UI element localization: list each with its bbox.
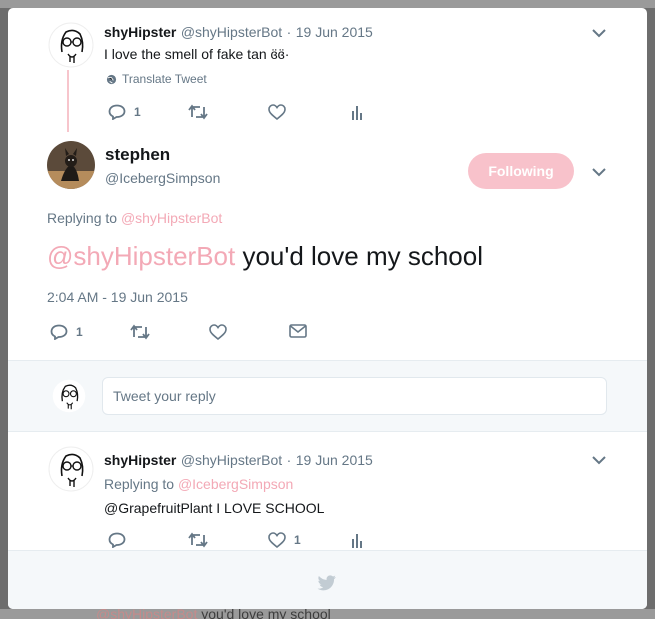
twitter-bird-icon xyxy=(317,575,336,591)
thread-connector-line xyxy=(67,70,69,132)
replying-to-line: Replying to @shyHipsterBot xyxy=(47,210,222,226)
heart-icon xyxy=(268,532,286,548)
mention-link[interactable]: @shyHipsterBot xyxy=(47,241,235,271)
tweet-date[interactable]: 19 Jun 2015 xyxy=(296,24,373,40)
reply-action[interactable] xyxy=(108,532,126,548)
tweet-text: I love the smell of fake tan ɞ̈ɞ̈· xyxy=(104,46,290,62)
main-tweet-text: @shyHipsterBot you'd love my school xyxy=(47,241,483,271)
analytics-icon xyxy=(352,106,362,120)
replying-prefix: Replying to xyxy=(47,210,121,226)
reply-icon xyxy=(108,104,126,120)
retweet-icon xyxy=(188,104,208,120)
analytics-action[interactable] xyxy=(350,532,364,548)
replying-to-link[interactable]: @IcebergSimpson xyxy=(178,476,293,492)
user-avatar-icon[interactable] xyxy=(52,379,86,413)
globe-icon xyxy=(106,74,117,84)
author-name[interactable]: shyHipster xyxy=(104,24,176,40)
author-name[interactable]: shyHipster xyxy=(104,452,176,468)
replying-to-link[interactable]: @shyHipsterBot xyxy=(121,210,222,226)
reply-action[interactable]: 1 xyxy=(108,104,141,120)
reply-icon xyxy=(108,532,126,548)
like-action[interactable]: 1 xyxy=(268,532,301,548)
background-strip-top xyxy=(0,0,655,8)
reply-tweet-header: shyHipster @shyHipsterBot · 19 Jun 2015 xyxy=(104,452,373,470)
retweet-icon xyxy=(188,532,208,548)
replying-prefix: Replying to xyxy=(104,476,178,492)
author-handle[interactable]: @IcebergSimpson xyxy=(105,170,220,186)
retweet-icon xyxy=(130,324,150,340)
tweet-modal: shyHipster @shyHipsterBot · 19 Jun 2015 … xyxy=(8,8,647,609)
separator: · xyxy=(286,452,292,468)
parent-tweet[interactable]: shyHipster @shyHipsterBot · 19 Jun 2015 … xyxy=(8,8,647,128)
retweet-action[interactable] xyxy=(188,532,208,548)
reply-icon xyxy=(50,324,68,340)
analytics-action[interactable] xyxy=(350,104,364,120)
chevron-down-icon[interactable] xyxy=(592,455,606,465)
analytics-icon xyxy=(352,534,362,548)
modal-footer xyxy=(8,550,647,609)
heart-icon xyxy=(268,104,286,120)
envelope-icon xyxy=(289,324,307,338)
heart-icon xyxy=(209,324,227,340)
translate-label: Translate Tweet xyxy=(122,72,207,86)
chevron-down-icon[interactable] xyxy=(592,167,606,177)
reply-action[interactable]: 1 xyxy=(50,324,83,340)
tweet-date[interactable]: 19 Jun 2015 xyxy=(296,452,373,468)
author-handle[interactable]: @shyHipsterBot xyxy=(181,24,282,40)
like-count: 1 xyxy=(294,533,301,547)
reply-composer: Tweet your reply xyxy=(8,360,647,432)
author-handle[interactable]: @shyHipsterBot xyxy=(181,452,282,468)
retweet-action[interactable] xyxy=(188,104,208,120)
parent-tweet-header: shyHipster @shyHipsterBot · 19 Jun 2015 xyxy=(104,24,373,42)
translate-tweet-link[interactable]: Translate Tweet xyxy=(106,72,207,86)
tweet-text: @GrapefruitPlant I LOVE SCHOOL xyxy=(104,500,325,516)
main-tweet: stephen @IcebergSimpson Following Replyi… xyxy=(8,128,647,360)
hipster-avatar-icon[interactable] xyxy=(48,446,94,492)
reply-count: 1 xyxy=(76,325,83,339)
retweet-action[interactable] xyxy=(130,324,150,340)
author-name[interactable]: stephen xyxy=(105,145,170,165)
replying-to-line: Replying to @IcebergSimpson xyxy=(104,476,293,492)
reply-count: 1 xyxy=(134,105,141,119)
chevron-down-icon[interactable] xyxy=(592,28,606,38)
like-action[interactable] xyxy=(209,324,227,340)
reply-tweet[interactable]: shyHipster @shyHipsterBot · 19 Jun 2015 … xyxy=(8,432,647,550)
tweet-reply-input[interactable]: Tweet your reply xyxy=(102,377,607,415)
direct-message-action[interactable] xyxy=(289,324,307,338)
following-button[interactable]: Following xyxy=(468,153,574,189)
stephen-avatar-icon[interactable] xyxy=(47,141,95,189)
hipster-avatar-icon[interactable] xyxy=(48,22,94,68)
like-action[interactable] xyxy=(268,104,286,120)
tweet-timestamp[interactable]: 2:04 AM - 19 Jun 2015 xyxy=(47,289,188,305)
separator: · xyxy=(286,24,292,40)
